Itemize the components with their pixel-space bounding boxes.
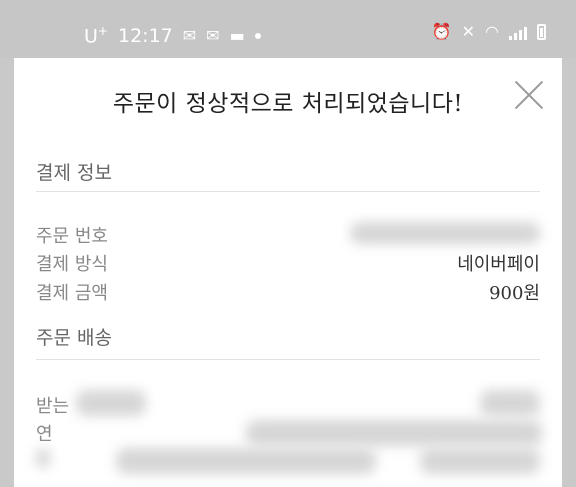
alarm-icon: ⏰ <box>431 22 452 41</box>
mute-icon: ✕ <box>461 22 476 41</box>
order-number-row: 주문 번호 <box>36 222 540 248</box>
dialog-title: 주문이 정상적으로 처리되었습니다! <box>112 91 464 117</box>
contact-row: 연 <box>36 420 542 446</box>
divider <box>36 359 540 360</box>
delivery-section-heading: 주문 배송 <box>36 327 112 349</box>
payment-method-value: 네이버페이 <box>457 254 540 275</box>
status-bar: U+ 12:17 ✉ ✉ ▬ ⏰ ✕ ◠ <box>0 0 576 58</box>
status-left: U+ 12:17 ✉ ✉ ▬ <box>84 24 261 47</box>
order-complete-dialog: 주문이 정상적으로 처리되었습니다! 결제 정보 주문 번호 결제 방식 네이버… <box>14 58 562 487</box>
recipient-name-redacted <box>76 390 146 416</box>
carrier-label: U+ <box>84 24 108 48</box>
message-icon: ▬ <box>229 25 245 45</box>
recipient-row: 받는 <box>36 390 540 418</box>
divider <box>36 191 540 192</box>
order-number-label: 주문 번호 <box>36 226 108 247</box>
status-right: ⏰ ✕ ◠ <box>432 24 546 40</box>
payment-amount-label: 결제 금액 <box>36 283 108 304</box>
payment-amount-row: 결제 금액 900원 <box>36 279 540 305</box>
signal-icon <box>509 24 527 40</box>
close-icon[interactable] <box>514 80 544 110</box>
recipient-label: 받는 <box>36 396 70 417</box>
contact-label: 연 <box>36 424 53 445</box>
order-number-value-redacted <box>350 222 540 244</box>
clock: 12:17 <box>117 24 173 47</box>
battery-icon <box>537 24 546 40</box>
recipient-value-redacted <box>480 390 540 416</box>
address-value-redacted <box>116 448 376 474</box>
wifi-icon: ◠ <box>485 22 499 41</box>
payment-amount-value: 900원 <box>489 283 540 304</box>
payment-method-row: 결제 방식 네이버페이 <box>36 250 540 276</box>
inbox-icon: ✉ <box>206 25 220 45</box>
address-extra-redacted <box>420 448 540 474</box>
payment-method-label: 결제 방식 <box>36 254 108 275</box>
more-notifications-icon <box>254 32 261 39</box>
address-label-redacted <box>36 448 50 468</box>
address-row <box>36 448 540 474</box>
payment-section-heading: 결제 정보 <box>36 162 112 184</box>
mail-icon: ✉ <box>182 25 197 45</box>
contact-value-redacted <box>246 420 542 446</box>
